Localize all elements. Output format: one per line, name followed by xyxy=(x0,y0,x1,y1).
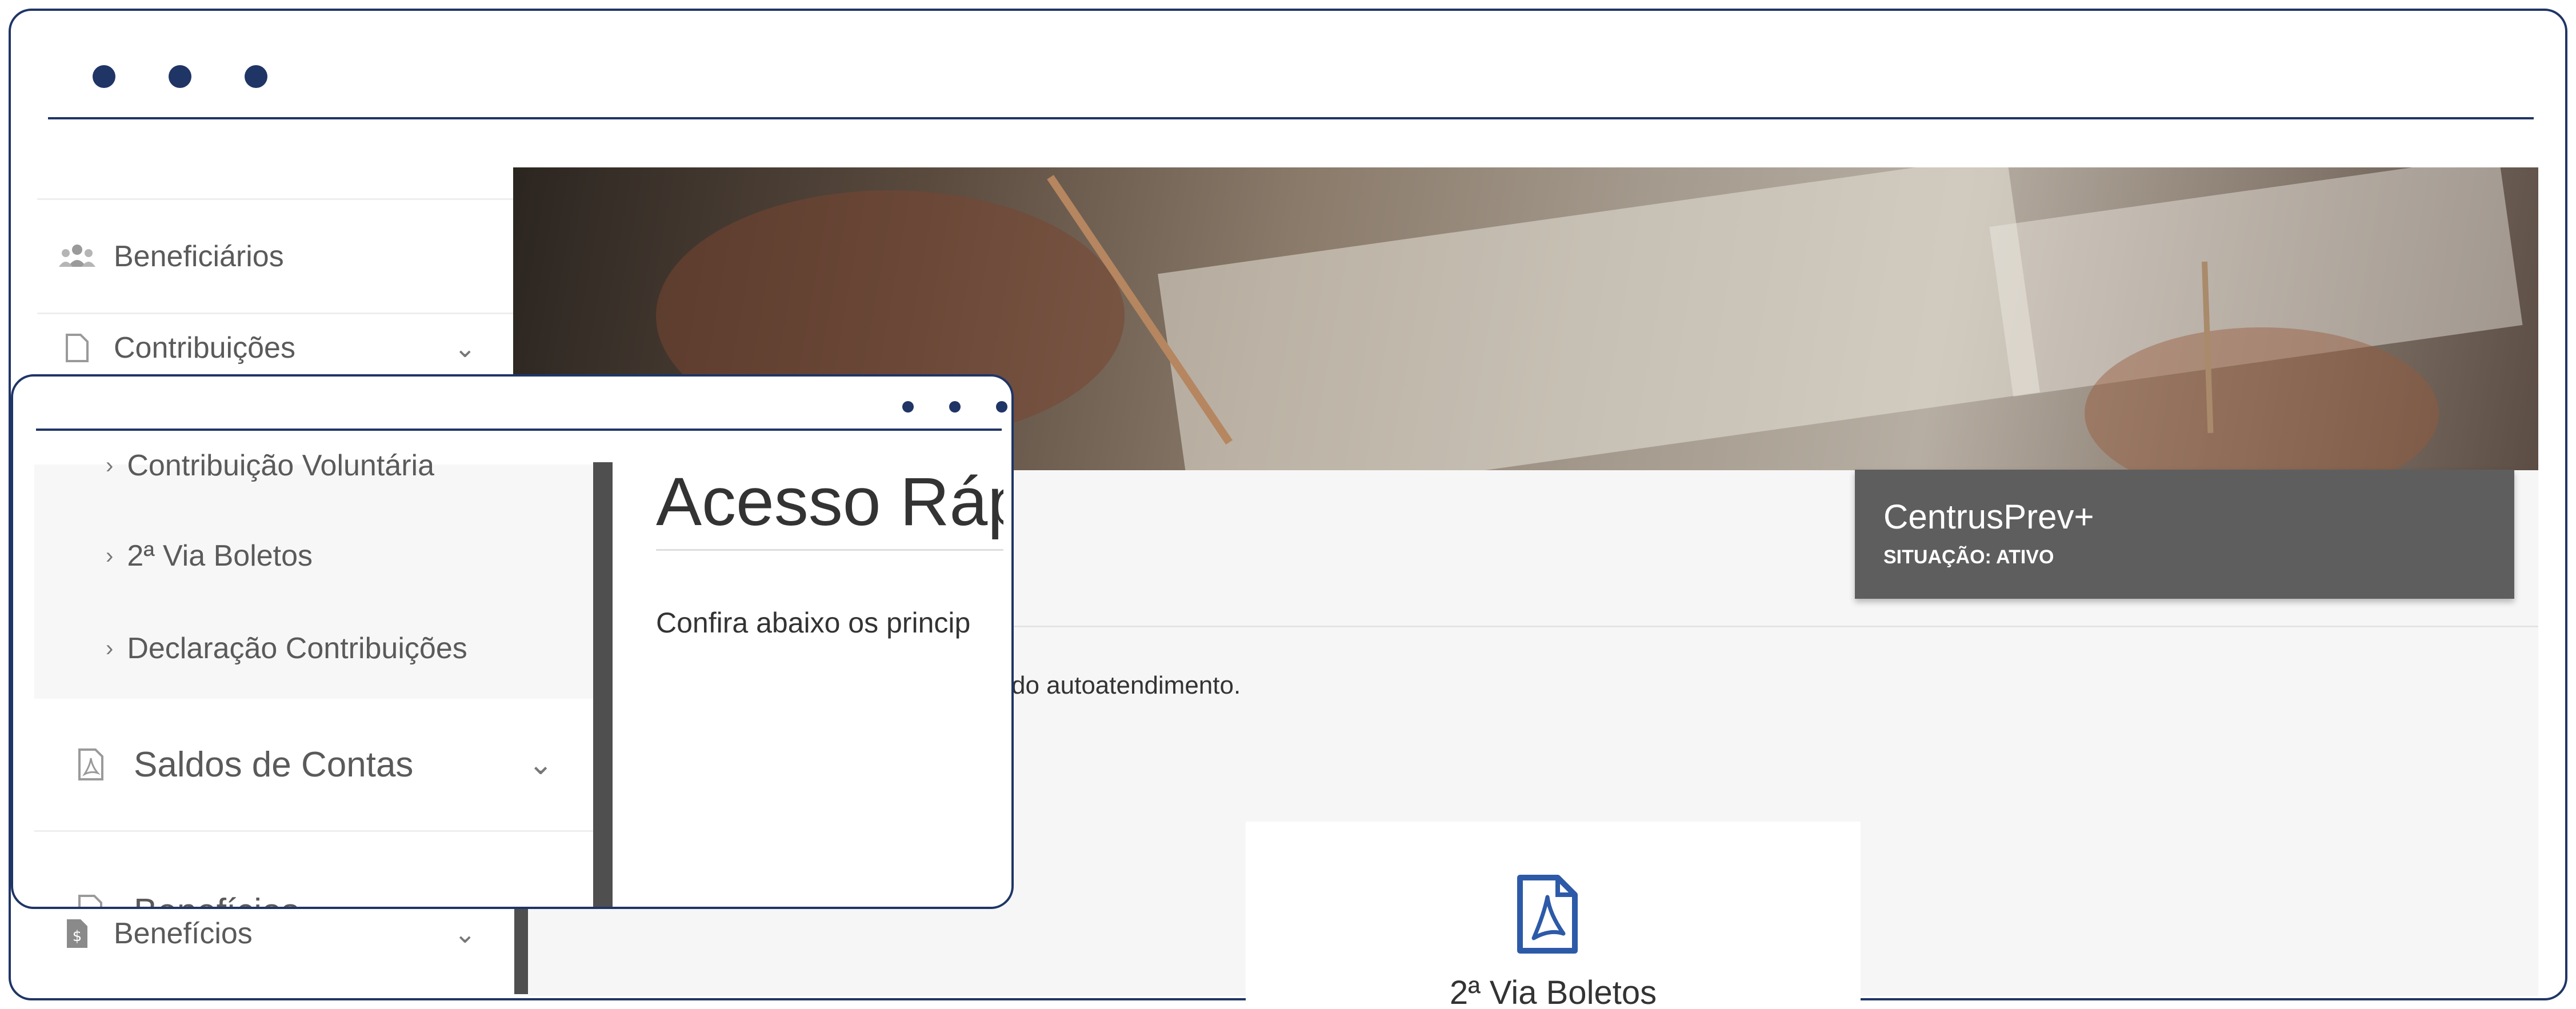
window-dot xyxy=(245,65,267,88)
pdf-icon xyxy=(1517,875,1578,954)
document-icon xyxy=(77,893,105,907)
document-icon xyxy=(59,333,95,362)
content-divider xyxy=(1006,626,2538,627)
plan-card: CentrusPrev+ SITUAÇÃO: ATIVO xyxy=(1855,470,2514,599)
page-description: Confira abaixo os princip xyxy=(656,607,971,639)
sidebar-item-label: Beneficiários xyxy=(114,239,284,273)
window-dot xyxy=(169,65,191,88)
plan-name: CentrusPrev+ xyxy=(1883,498,2094,536)
sidebar-item-beneficiarios[interactable]: Beneficiários xyxy=(37,198,517,313)
window-header-divider xyxy=(48,117,2534,119)
submenu-contribuicoes: › Contribuição Voluntária › 2ª Via Bolet… xyxy=(34,449,598,699)
chevron-right-icon: › xyxy=(106,543,114,568)
window-dot xyxy=(996,401,1007,413)
main-content-zoomed: Acesso Ráp Confira abaixo os princip xyxy=(613,462,1003,907)
sidebar-item-label: Benefícios xyxy=(114,916,253,950)
window-dot xyxy=(949,401,961,413)
submenu-item-label: Contribuição Voluntária xyxy=(127,449,434,482)
sidebar-item-contribuicoes[interactable]: Contribuições ⌄ xyxy=(37,313,517,381)
window-dots xyxy=(902,401,1007,413)
chevron-down-icon: ⌄ xyxy=(454,333,476,363)
submenu-item-2a-via-boletos[interactable]: › 2ª Via Boletos xyxy=(106,539,313,573)
sidebar-item-label: Benefícios xyxy=(134,891,299,907)
title-underline xyxy=(656,549,1003,551)
submenu-item-declaracao-contribuicoes[interactable]: › Declaração Contribuições xyxy=(106,631,467,666)
sidebar: › Contribuição Voluntária › 2ª Via Bolet… xyxy=(34,449,598,907)
chevron-right-icon: › xyxy=(106,635,114,661)
sidebar-item-label: Contribuições xyxy=(114,331,295,365)
window-dot xyxy=(93,65,115,88)
submenu-item-label: Declaração Contribuições xyxy=(127,632,467,665)
zoom-window: › Contribuição Voluntária › 2ª Via Bolet… xyxy=(11,374,1014,909)
page-title: Acesso Ráp xyxy=(656,463,1003,540)
window-dots xyxy=(93,65,267,88)
svg-text:$: $ xyxy=(73,928,82,945)
sidebar-item-beneficios-partial[interactable]: Benefícios xyxy=(34,830,598,907)
plan-status: SITUAÇÃO: ATIVO xyxy=(1883,546,2054,568)
quick-access-label: 2ª Via Boletos xyxy=(1449,974,1657,1009)
banner-paper xyxy=(1158,167,2040,470)
submenu-item-label: 2ª Via Boletos xyxy=(127,539,313,572)
window-header-divider xyxy=(36,429,1002,431)
intro-text: do autoatendimento. xyxy=(1011,671,1241,699)
pdf-file-icon xyxy=(77,747,105,782)
chevron-down-icon: ⌄ xyxy=(528,748,553,781)
chevron-down-icon: ⌄ xyxy=(454,918,476,948)
quick-access-card-boletos[interactable]: 2ª Via Boletos xyxy=(1246,822,1861,1009)
window-dot xyxy=(902,401,914,413)
money-document-icon: $ xyxy=(59,919,95,948)
users-icon xyxy=(59,242,95,271)
chevron-right-icon: › xyxy=(106,453,114,478)
sidebar-item-saldos-de-contas[interactable]: Saldos de Contas ⌄ xyxy=(34,699,598,830)
sidebar-scrollbar[interactable] xyxy=(593,462,613,907)
sidebar-item-label: Saldos de Contas xyxy=(134,744,414,784)
submenu-item-contribuicao-voluntaria[interactable]: › Contribuição Voluntária xyxy=(106,449,434,483)
